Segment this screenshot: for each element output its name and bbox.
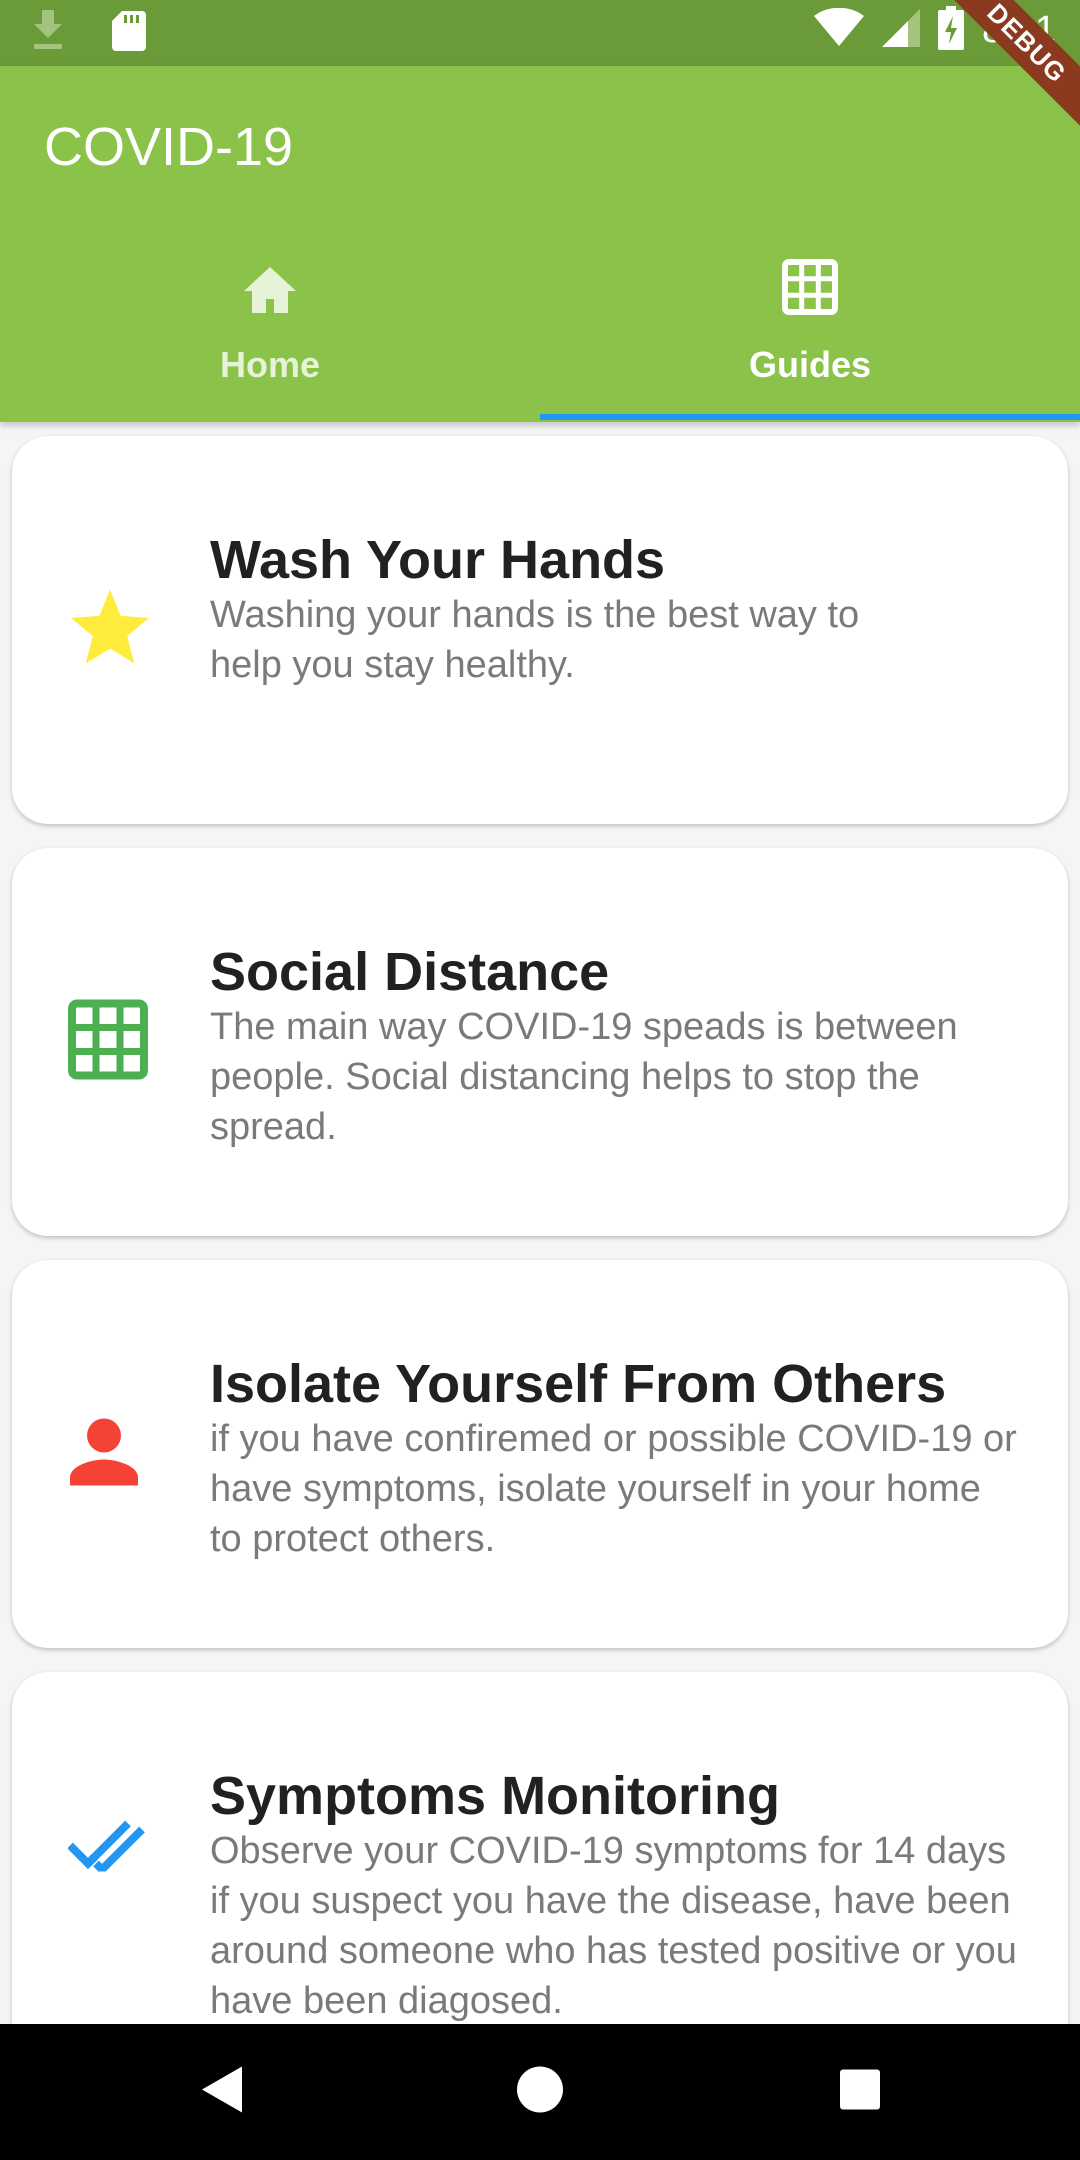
tab-home-label: Home [219,344,321,385]
battery-charging-icon [938,6,965,55]
home-circle-icon[interactable] [515,2065,565,2120]
guide-title: Isolate Yourself From Others [210,1354,947,1414]
home-icon [242,265,298,320]
guide-description: Observe your COVID-19 symptoms for 14 da… [210,1830,1017,2022]
grid-icon [68,999,148,1085]
recents-icon[interactable] [838,2068,882,2117]
back-icon[interactable] [200,2065,244,2120]
tab-home[interactable]: Home [0,234,540,422]
person-icon [68,1418,140,1491]
grid-icon [782,259,838,320]
tab-guides-label: Guides [748,344,872,385]
guide-card[interactable]: Symptoms Monitoring Observe your COVID-1… [12,1672,1068,2024]
double-check-icon [67,1816,164,1877]
status-bar: 8:21 [0,0,1080,66]
system-nav-bar [0,2024,1080,2160]
guide-card[interactable]: Wash Your Hands Washing your hands is th… [12,436,1068,824]
app-bar: COVID-19 Home Guides [0,66,1080,422]
tab-indicator [540,414,1080,420]
guide-card[interactable]: Isolate Yourself From Others if you have… [12,1260,1068,1648]
guide-title: Social Distance [210,942,610,1002]
guide-title: Symptoms Monitoring [210,1766,780,1826]
signal-icon [882,9,921,52]
guide-description: if you have confiremed or possible COVID… [210,1418,1017,1560]
guide-card[interactable]: Social Distance The main way COVID-19 sp… [12,848,1068,1236]
wifi-icon [814,7,865,53]
guide-title: Wash Your Hands [210,530,666,590]
star-icon [68,588,152,673]
sd-card-icon [112,11,146,56]
tab-guides[interactable]: Guides [540,234,1080,422]
guides-list[interactable]: Wash Your Hands Washing your hands is th… [0,422,1080,2024]
guide-description: Washing your hands is the best way to he… [210,594,860,686]
tab-bar: Home Guides [0,234,1080,422]
download-icon [30,10,66,57]
guide-description: The main way COVID-19 speads is between … [210,1006,958,1148]
app-title: COVID-19 [44,117,294,177]
